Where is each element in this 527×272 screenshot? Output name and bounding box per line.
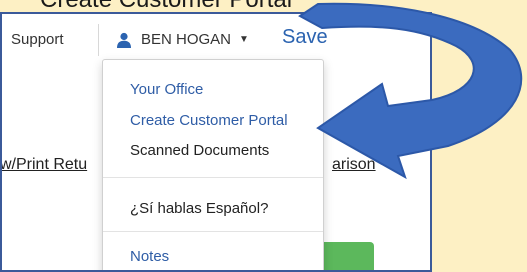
user-icon <box>117 32 131 48</box>
caret-down-icon: ▼ <box>239 34 249 45</box>
view-print-return-link[interactable]: w/Print Retu <box>2 156 87 174</box>
support-link[interactable]: Support <box>11 31 64 48</box>
app-screenshot: Support BEN HOGAN ▼ Save w/Print Retu ar… <box>0 12 432 272</box>
user-dropdown-menu: Your Office Create Customer Portal Scann… <box>102 59 324 270</box>
top-navbar: Support BEN HOGAN ▼ Save <box>2 14 430 64</box>
user-name: BEN HOGAN <box>141 31 232 48</box>
save-button[interactable]: Save <box>282 26 328 49</box>
menu-item-your-office[interactable]: Your Office <box>130 81 203 98</box>
navbar-divider <box>98 24 99 56</box>
menu-item-notes[interactable]: Notes <box>130 248 169 265</box>
menu-divider <box>103 231 323 232</box>
menu-item-spanish[interactable]: ¿Sí hablas Español? <box>130 200 268 217</box>
user-menu-toggle[interactable]: BEN HOGAN ▼ <box>116 31 249 48</box>
comparison-link[interactable]: arison <box>332 156 376 174</box>
menu-item-create-customer-portal[interactable]: Create Customer Portal <box>130 112 288 129</box>
menu-item-scanned-documents[interactable]: Scanned Documents <box>130 142 269 159</box>
menu-divider <box>103 177 323 178</box>
